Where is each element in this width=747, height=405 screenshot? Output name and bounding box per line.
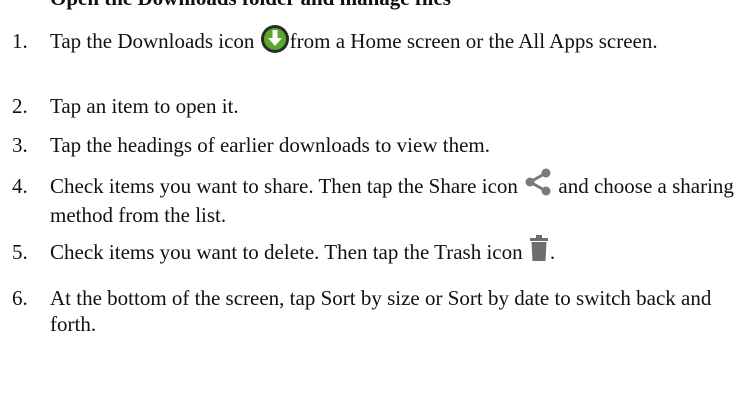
step-text: Check items you want to share. Then tap …	[50, 174, 524, 198]
step-text: Tap the Downloads icon	[50, 29, 260, 53]
step-number: 1.	[12, 29, 28, 53]
step-text-cont: from a Home screen or the All Apps scree…	[289, 29, 658, 53]
downloads-icon	[260, 24, 290, 54]
section-heading: Open the Downloads folder and manage fil…	[50, 0, 451, 10]
trash-icon	[528, 234, 550, 262]
step-number: 5.	[12, 240, 28, 264]
share-icon	[523, 168, 553, 196]
step-number: 3.	[12, 133, 28, 157]
step-text-cont: .	[549, 240, 556, 264]
step-number: 6.	[12, 286, 28, 310]
step-text: Check items you want to delete. Then tap…	[50, 240, 528, 264]
step-number: 2.	[12, 94, 28, 118]
step-text: At the bottom of the screen, tap Sort by…	[50, 286, 712, 336]
step-text: Tap the headings of earlier downloads to…	[50, 133, 490, 157]
step-number: 4.	[12, 174, 28, 198]
step-text: Tap an item to open it.	[50, 94, 239, 118]
